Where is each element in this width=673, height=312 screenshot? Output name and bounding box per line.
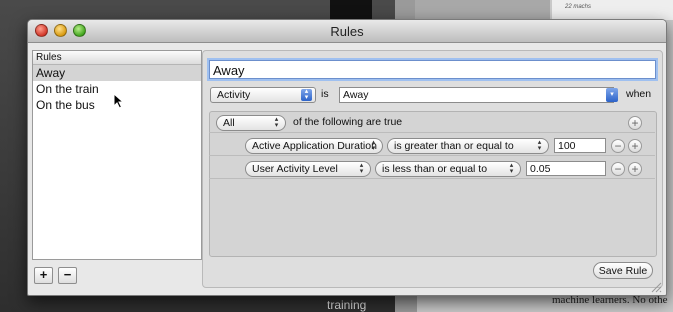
stepper-arrows-icon: ▴ ▾: [371, 139, 376, 152]
condition-operator-popup[interactable]: is less than or equal to ▴ ▾: [375, 161, 521, 177]
trigger-type-popup[interactable]: Activity ▴ ▾: [210, 87, 316, 103]
stepper-arrows-icon: ▴ ▾: [274, 116, 279, 129]
match-mode-label: All: [223, 117, 235, 129]
when-label: when: [626, 88, 652, 100]
divider: [209, 155, 655, 156]
mouse-pointer-icon: [113, 93, 125, 109]
rule-name-field[interactable]: Away: [209, 60, 656, 79]
condition-field-label: User Activity Level: [252, 163, 338, 175]
condition-field-popup[interactable]: User Activity Level ▴ ▾: [245, 161, 371, 177]
add-condition-icon[interactable]: +: [628, 139, 642, 153]
background-thumbnail: [330, 0, 372, 20]
remove-condition-icon[interactable]: −: [611, 139, 625, 153]
add-rule-button[interactable]: +: [34, 267, 53, 284]
resize-grip-icon[interactable]: [650, 281, 662, 293]
title-bar[interactable]: Rules: [28, 20, 666, 43]
list-item-away[interactable]: Away: [33, 65, 201, 81]
chevron-down-icon[interactable]: ▾: [606, 88, 618, 102]
condition-field-popup[interactable]: Active Application Duration ▴ ▾: [245, 138, 383, 154]
remove-rule-button[interactable]: −: [58, 267, 77, 284]
rules-list[interactable]: Rules Away On the train On the bus: [32, 50, 202, 260]
condition-value-field[interactable]: 100: [554, 138, 606, 153]
condition-operator-popup[interactable]: is greater than or equal to ▴ ▾: [387, 138, 549, 154]
rules-list-header[interactable]: Rules: [33, 51, 201, 65]
condition-operator-label: is less than or equal to: [382, 163, 488, 175]
add-condition-icon[interactable]: +: [628, 162, 642, 176]
save-rule-button[interactable]: Save Rule: [593, 262, 653, 279]
add-condition-icon[interactable]: +: [628, 116, 642, 130]
background-thumbnail: [415, 0, 550, 20]
trigger-type-label: Activity: [217, 89, 251, 101]
divider: [209, 178, 655, 179]
background-document-text: machine learners. No othe: [552, 294, 668, 306]
background-page-text: 22 machs: [565, 4, 592, 10]
window-title: Rules: [330, 24, 364, 39]
condition-operator-label: is greater than or equal to: [394, 140, 514, 152]
stepper-arrows-icon: ▴ ▾: [509, 162, 514, 175]
condition-field-label: Active Application Duration: [252, 140, 377, 152]
is-label: is: [321, 88, 329, 100]
condition-value-field[interactable]: 0.05: [526, 161, 606, 176]
background-page: [552, 0, 673, 20]
match-suffix-label: of the following are true: [293, 116, 403, 128]
stepper-arrows-icon: ▴ ▾: [537, 139, 542, 152]
match-mode-popup[interactable]: All ▴ ▾: [216, 115, 286, 131]
trigger-value-field[interactable]: Away: [339, 87, 614, 103]
divider: [209, 132, 655, 133]
background-caption: training: [327, 298, 367, 312]
remove-condition-icon[interactable]: −: [611, 162, 625, 176]
stepper-arrows-icon: ▴ ▾: [301, 88, 312, 101]
stepper-arrows-icon: ▴ ▾: [359, 162, 364, 175]
